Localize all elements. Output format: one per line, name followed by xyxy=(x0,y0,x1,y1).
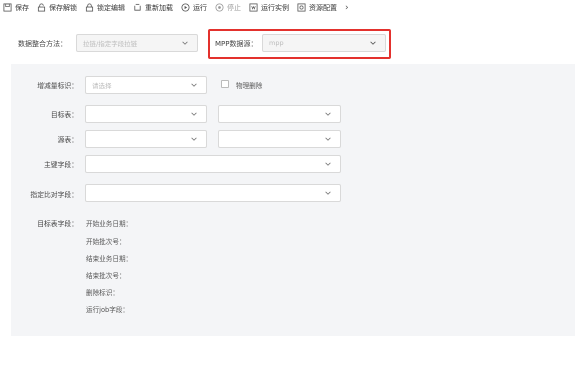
run-instance-label: 运行实例 xyxy=(261,3,289,12)
lock-edit-button[interactable]: 锁定编辑 xyxy=(85,3,125,13)
chevron-down-icon xyxy=(181,39,189,47)
mpp-source-value: mpp xyxy=(269,39,284,47)
resource-config-button[interactable]: 资源配置 xyxy=(297,3,337,13)
target-table-select-1[interactable] xyxy=(85,105,207,123)
chevron-down-icon xyxy=(369,39,377,47)
integration-method-select[interactable]: 拉链/指定字段拉链 xyxy=(76,34,198,52)
lock-edit-label: 锁定编辑 xyxy=(97,3,125,12)
run-label: 运行 xyxy=(193,3,207,12)
physical-delete-checkbox[interactable] xyxy=(221,80,229,88)
run-button[interactable]: 运行 xyxy=(181,3,207,13)
chevron-down-icon xyxy=(190,81,198,89)
incremental-placeholder: 请选择 xyxy=(92,82,112,90)
save-unlock-button[interactable]: 保存解锁 xyxy=(37,3,77,13)
primary-key-label: 主键字段： xyxy=(44,161,78,169)
chevron-down-icon xyxy=(190,135,198,143)
save-icon xyxy=(3,3,12,12)
run-instance-button[interactable]: 运行实例 xyxy=(249,3,289,13)
physical-delete-label: 物理删除 xyxy=(236,82,263,90)
stop-icon xyxy=(215,3,224,12)
stop-label: 停止 xyxy=(227,3,241,12)
save-unlock-label: 保存解锁 xyxy=(49,3,77,12)
mpp-source-label: MPP数据源： xyxy=(215,40,258,48)
target-field-item: 结束业务日期： xyxy=(86,255,133,263)
resource-config-icon xyxy=(297,3,306,12)
target-table-label: 目标表： xyxy=(50,111,78,119)
toolbar-more-chevron-icon[interactable]: › xyxy=(345,3,349,13)
chevron-down-icon xyxy=(190,110,198,118)
source-table-label: 源表： xyxy=(57,136,78,144)
unlock-icon xyxy=(37,3,46,12)
lock-icon xyxy=(85,3,94,12)
target-field-item: 结束批次号： xyxy=(86,272,126,280)
compare-field-label: 指定比对字段： xyxy=(30,191,78,199)
reload-label: 重新加载 xyxy=(145,3,173,12)
target-field-item: 开始批次号： xyxy=(86,238,126,246)
instance-icon xyxy=(249,3,258,12)
integration-method-label: 数据整合方法： xyxy=(18,40,67,48)
target-fields-label: 目标表字段： xyxy=(37,220,78,228)
chevron-down-icon xyxy=(324,110,332,118)
chevron-down-icon xyxy=(324,160,332,168)
toolbar: 保存 保存解锁 锁定编辑 重新加载 运行 停止 运行实例 资源配置 › xyxy=(0,0,575,15)
target-field-item: 运行job字段： xyxy=(86,306,130,314)
target-field-item: 开始业务日期： xyxy=(86,220,133,228)
target-table-select-2[interactable] xyxy=(218,105,341,123)
compare-field-select[interactable] xyxy=(85,184,341,202)
incremental-label: 增减量标识： xyxy=(37,82,78,90)
save-button[interactable]: 保存 xyxy=(3,3,29,13)
reload-icon xyxy=(133,3,142,12)
integration-method-placeholder: 拉链/指定字段拉链 xyxy=(83,40,138,48)
chevron-down-icon xyxy=(324,135,332,143)
reload-button[interactable]: 重新加载 xyxy=(133,3,173,13)
source-table-select-2[interactable] xyxy=(218,130,341,148)
run-icon xyxy=(181,3,190,12)
mpp-source-select[interactable]: mpp xyxy=(262,34,386,52)
primary-key-select[interactable] xyxy=(85,155,341,173)
incremental-select[interactable]: 请选择 xyxy=(85,76,207,94)
chevron-down-icon xyxy=(324,189,332,197)
resource-config-label: 资源配置 xyxy=(309,3,337,12)
target-field-item: 删除标识： xyxy=(86,289,119,297)
stop-button[interactable]: 停止 xyxy=(215,3,241,13)
save-label: 保存 xyxy=(15,3,29,12)
source-table-select-1[interactable] xyxy=(85,130,207,148)
